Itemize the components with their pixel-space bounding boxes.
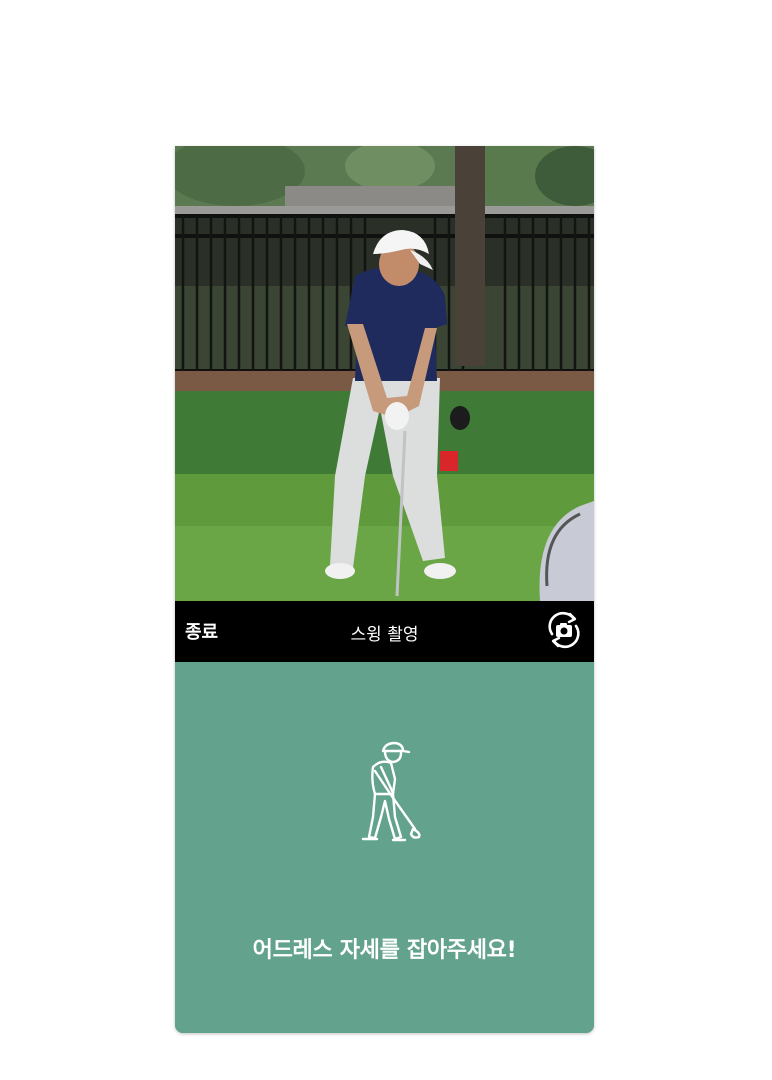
camera-switch-icon[interactable] [544, 610, 584, 650]
toolbar-title: 스윙 촬영 [350, 625, 419, 645]
camera-feed-image [175, 146, 594, 601]
camera-preview [175, 146, 594, 601]
address-guide-panel: 어드레스 자세를 잡아주세요! [175, 662, 594, 1033]
golfer-address-icon-graphic [361, 741, 421, 842]
camera-switch-icon-graphic [548, 611, 580, 649]
golfer-address-icon [351, 739, 431, 849]
camera-toolbar: 종료 스윙 촬영 [175, 601, 594, 662]
swing-capture-screen: 종료 스윙 촬영 어드레스 자세를 잡아주세요! [175, 146, 594, 1033]
address-guide-message: 어드레스 자세를 잡아주세요! [252, 938, 517, 963]
